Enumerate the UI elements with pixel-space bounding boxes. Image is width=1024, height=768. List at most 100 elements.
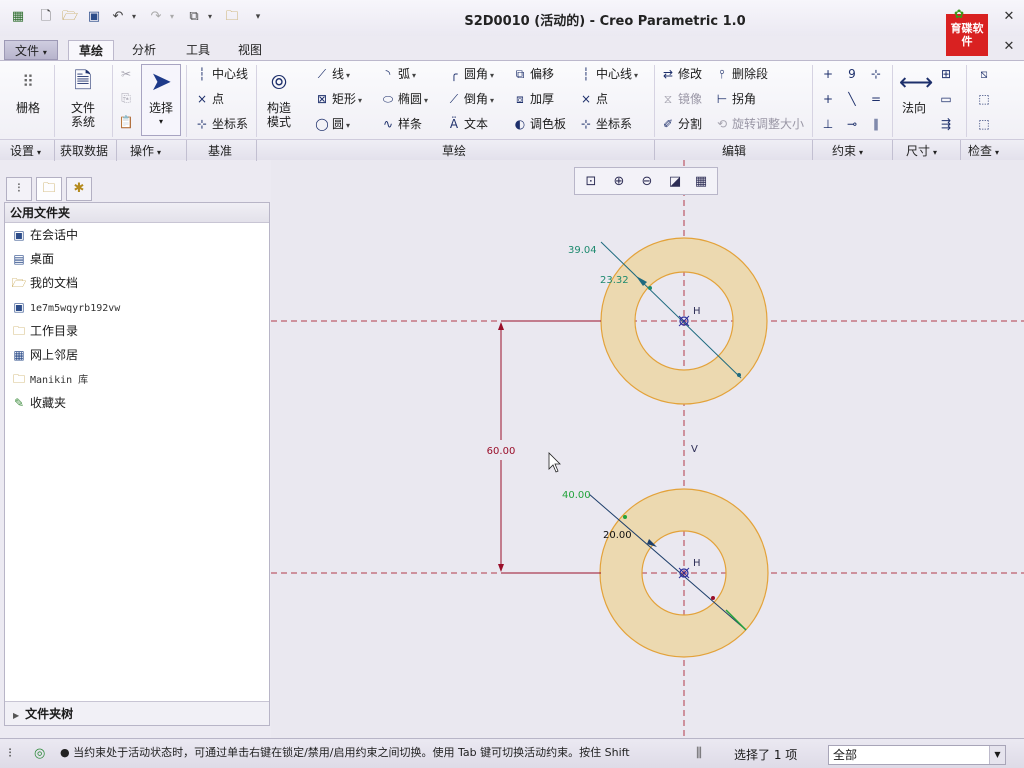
constraint-symmetric-icon[interactable]: ⊸ xyxy=(844,115,862,133)
folder-item-network[interactable]: ▦ 网上邻居 xyxy=(5,343,269,367)
thicken-button[interactable]: ⧈ 加厚 xyxy=(512,90,554,108)
grid-icon: ⠿ xyxy=(22,72,34,91)
group-operations[interactable]: 操作 ▾ xyxy=(130,142,161,159)
bottom-center-point[interactable] xyxy=(678,567,690,579)
highlight-open-ends-icon[interactable]: ⬚ xyxy=(976,90,994,108)
top-center-point[interactable] xyxy=(678,315,690,327)
filter-dropdown[interactable]: 全部 ▼ xyxy=(828,745,1006,765)
corner-button[interactable]: ⊢ 拐角 xyxy=(714,90,756,108)
constraint-equal-icon[interactable]: = xyxy=(868,90,886,108)
close-window-icon[interactable]: ✕ xyxy=(1002,10,1016,24)
dim-bottom-inner-diameter[interactable]: 20.00 xyxy=(603,530,632,541)
ellipse-button[interactable]: ⬭ 椭圆 ▾ xyxy=(380,90,428,108)
folder-item-manikin-library[interactable]: 🗀 Manikin 库 xyxy=(5,367,269,391)
circle-icon: ◯ xyxy=(315,117,329,131)
dim-vertical-distance[interactable]: 60.00 xyxy=(487,446,516,457)
folder-navigator: 公用文件夹 ▣ 在会话中 ▤ 桌面 🗁 我的文档 ▣ 1e7m5wqyrb192vw 🗀… xyxy=(4,202,270,726)
model-tree-tab-icon[interactable]: ⁝ xyxy=(6,177,32,201)
line-button[interactable]: ⟋ 线 ▾ xyxy=(314,65,350,83)
sketch-graphics-window[interactable]: 60.00 39.04 23.32 40.00 20.00 H H V ⊡ ⊕ … xyxy=(271,160,1024,738)
sketch-point-button[interactable]: × 点 xyxy=(578,90,608,108)
line-icon: ⟋ xyxy=(317,67,327,81)
delete-segment-button[interactable]: ⫯ 删除段 xyxy=(714,65,768,83)
folder-item-session[interactable]: ▣ 在会话中 xyxy=(5,223,269,247)
tab-tools[interactable]: 工具 xyxy=(176,40,220,60)
tab-sketch[interactable]: 草绘 xyxy=(68,40,115,60)
constraint-parallel-icon[interactable]: ∥ xyxy=(868,115,886,133)
constraint-perpendicular-icon[interactable]: ⊥ xyxy=(820,115,838,133)
folder-item-working-directory[interactable]: 🗀 工作目录 xyxy=(5,319,269,343)
text-button[interactable]: Ä 文本 xyxy=(446,115,488,133)
folder-browser-tab-icon[interactable]: 🗀 xyxy=(36,177,62,201)
sketch-coordinate-system-button[interactable]: ⊹ 坐标系 xyxy=(578,115,632,133)
tab-view[interactable]: 视图 xyxy=(228,40,272,60)
circle-button[interactable]: ◯ 圆 ▾ xyxy=(314,115,350,133)
offset-button[interactable]: ⧉ 偏移 xyxy=(512,65,554,83)
tab-file[interactable]: 文件 ▾ xyxy=(4,40,58,60)
dim-top-inner-diameter[interactable]: 23.32 xyxy=(600,275,629,286)
dim-bottom-outer-diameter[interactable]: 40.00 xyxy=(562,490,591,501)
folder-item-favorites[interactable]: ✎ 收藏夹 xyxy=(5,391,269,415)
group-inspect[interactable]: 检查 ▾ xyxy=(968,142,999,159)
thicken-icon: ⧈ xyxy=(516,92,524,106)
repaint-icon[interactable]: ◪ xyxy=(665,172,685,192)
sketcher-display-filters-icon[interactable]: ▦ xyxy=(691,172,711,192)
divide-button[interactable]: ✐ 分割 xyxy=(660,115,702,133)
sketch-centerline-button[interactable]: ┆ 中心线 ▾ xyxy=(578,65,638,83)
folder-item-my-documents[interactable]: 🗁 我的文档 xyxy=(5,271,269,295)
mirror-button[interactable]: ⧖ 镜像 xyxy=(660,90,702,108)
baseline-dimension-icon[interactable]: ⇶ xyxy=(938,115,956,133)
grid-button[interactable]: ⠿ 栅格 xyxy=(6,67,50,115)
fillet-icon: ╭ xyxy=(450,67,458,81)
chevron-down-icon[interactable]: ▼ xyxy=(989,746,1005,764)
shade-closed-loops-icon[interactable]: ⬚ xyxy=(976,115,994,133)
folder-tree-toggle[interactable]: ▶ 文件夹树 xyxy=(5,701,269,725)
datum-centerline-button[interactable]: ┆ 中心线 xyxy=(194,65,248,83)
rectangle-button[interactable]: ⊠ 矩形 ▾ xyxy=(314,90,362,108)
arc-button[interactable]: ◝ 弧 ▾ xyxy=(380,65,416,83)
file-system-button[interactable]: 🗎 文件系统 xyxy=(60,67,106,129)
zoom-in-icon[interactable]: ⊕ xyxy=(609,172,629,192)
rotate-resize-button[interactable]: ⟲ 旋转调整大小 xyxy=(714,115,804,133)
zoom-out-icon[interactable]: ⊖ xyxy=(637,172,657,192)
copy-icon[interactable]: ⎘ xyxy=(118,89,136,107)
constraint-label-bottom-h[interactable]: H xyxy=(693,558,701,569)
favorites-tab-icon[interactable]: ✱ xyxy=(66,177,92,201)
dim-top-outer-diameter[interactable]: 39.04 xyxy=(568,245,597,256)
sketch-canvas[interactable]: 60.00 39.04 23.32 40.00 20.00 H H V xyxy=(271,160,1024,738)
spline-button[interactable]: ∿ 样条 xyxy=(380,115,422,133)
datum-coordinate-system-button[interactable]: ⊹ 坐标系 xyxy=(194,115,248,133)
constraint-coincident-icon[interactable]: ⊹ xyxy=(868,65,886,83)
fillet-button[interactable]: ╭ 圆角 ▾ xyxy=(446,65,494,83)
constraint-label-top-h[interactable]: H xyxy=(693,306,701,317)
ellipse-icon: ⬭ xyxy=(382,92,394,106)
constraint-vertical-icon[interactable]: + xyxy=(820,65,838,83)
selection-filter-icon[interactable]: ⫼ xyxy=(696,746,702,761)
window-title: S2D0010 (活动的) - Creo Parametric 1.0 xyxy=(464,14,746,29)
group-dimension[interactable]: 尺寸 ▾ xyxy=(906,142,937,159)
tab-analysis[interactable]: 分析 xyxy=(122,40,166,60)
datum-point-button[interactable]: × 点 xyxy=(194,90,224,108)
show-navigator-icon[interactable]: ⁝ xyxy=(8,746,12,761)
folder-item-computer[interactable]: ▣ 1e7m5wqyrb192vw xyxy=(5,295,269,319)
construction-mode-button[interactable]: ⦾ 构造模式 xyxy=(260,67,298,129)
constraint-label-vertical[interactable]: V xyxy=(691,444,698,455)
show-browser-icon[interactable]: ◎ xyxy=(34,746,45,761)
modify-button[interactable]: ⇄ 修改 xyxy=(660,65,702,83)
normal-dimension-button[interactable]: ⟷ 法向 xyxy=(896,67,933,115)
overlapping-geometry-icon[interactable]: ⧅ xyxy=(976,65,994,83)
reference-dimension-icon[interactable]: ▭ xyxy=(938,90,956,108)
folder-item-desktop[interactable]: ▤ 桌面 xyxy=(5,247,269,271)
chamfer-button[interactable]: ⟋ 倒角 ▾ xyxy=(446,90,494,108)
cut-icon[interactable]: ✂ xyxy=(118,65,136,83)
perimeter-dimension-icon[interactable]: ⊞ xyxy=(938,65,956,83)
refit-icon[interactable]: ⊡ xyxy=(581,172,601,192)
constraint-midpoint-icon[interactable]: ╲ xyxy=(844,90,862,108)
paste-icon[interactable]: 📋 xyxy=(118,113,136,131)
group-constraints[interactable]: 约束 ▾ xyxy=(832,142,863,159)
constraint-tangent-icon[interactable]: 9 xyxy=(844,65,862,83)
constraint-horizontal-icon[interactable]: + xyxy=(820,90,838,108)
palette-button[interactable]: ◐ 调色板 xyxy=(512,115,566,133)
select-button[interactable]: ➤ 选择 ▾ xyxy=(141,64,181,136)
group-settings[interactable]: 设置 ▾ xyxy=(10,142,41,159)
